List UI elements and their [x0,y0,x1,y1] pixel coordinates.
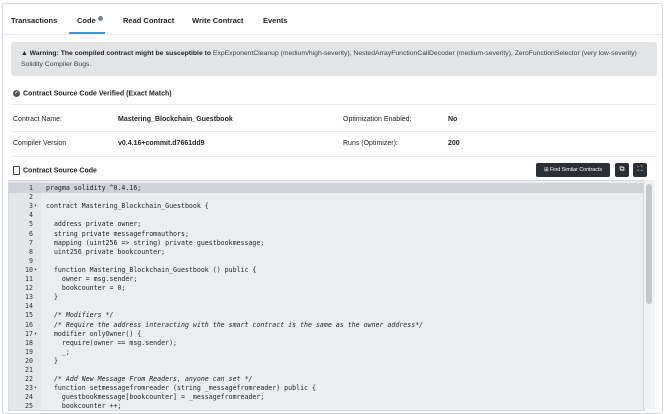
tab-bar: Transactions Code Read Contract Write Co… [3,4,662,35]
divider [11,156,657,157]
tab-code-label: Code [77,16,96,25]
line-number: 25 [25,402,33,411]
verified-heading: ✓ Contract Source Code Verified (Exact Ma… [13,90,172,97]
optimization-value: No [448,116,458,123]
runs-value: 200 [448,140,460,147]
expand-icon[interactable]: ⛶ [633,163,647,177]
optimization-label: Optimization Enabled: [343,116,412,123]
tab-events[interactable]: Events [263,16,288,25]
divider [11,104,657,105]
scrollbar-thumb[interactable] [646,184,652,304]
tab-write-contract[interactable]: Write Contract [192,16,244,25]
tab-transactions[interactable]: Transactions [11,16,57,25]
code-text: bookcounter ++; [46,402,122,411]
warning-bold-text: The compiled contract might be susceptib… [60,50,212,57]
warning-prefix: Warning: [29,50,59,57]
source-code-heading: Contract Source Code [13,166,97,175]
editor-scrollbar[interactable] [643,180,655,409]
warning-icon: ▲ [21,50,28,57]
contract-name-value: Mastering_Blockchain_Guestbook [118,116,233,123]
find-similar-contracts-button[interactable]: ⊞ Find Similar Contracts [536,163,610,177]
divider [11,131,657,132]
runs-label: Runs (Optimizer): [343,140,398,147]
compiler-version-label: Compiler Version [13,140,67,147]
find-similar-label: Find Similar Contracts [549,167,603,173]
file-code-icon [13,166,20,175]
compiler-version-value: v0.4.16+commit.d7661dd9 [118,140,205,147]
verified-label: Contract Source Code Verified (Exact Mat… [23,90,172,98]
tab-code[interactable]: Code [77,16,103,25]
verified-badge-icon [97,16,103,21]
copy-icon[interactable]: ⧉ [615,163,629,177]
contract-name-label: Contract Name: [13,116,63,123]
source-code-title: Contract Source Code [23,167,97,175]
active-tab-indicator [69,32,105,34]
compiler-warning-alert: ▲ Warning: The compiled contract might b… [11,42,657,76]
code-line: 25 bookcounter ++; [9,401,644,411]
check-circle-icon: ✓ [13,90,20,97]
code-editor[interactable]: 1 pragma solidity ^0.4.16; 2 3 ▾ contract Mas… [8,180,645,411]
tab-read-contract[interactable]: Read Contract [123,16,174,25]
